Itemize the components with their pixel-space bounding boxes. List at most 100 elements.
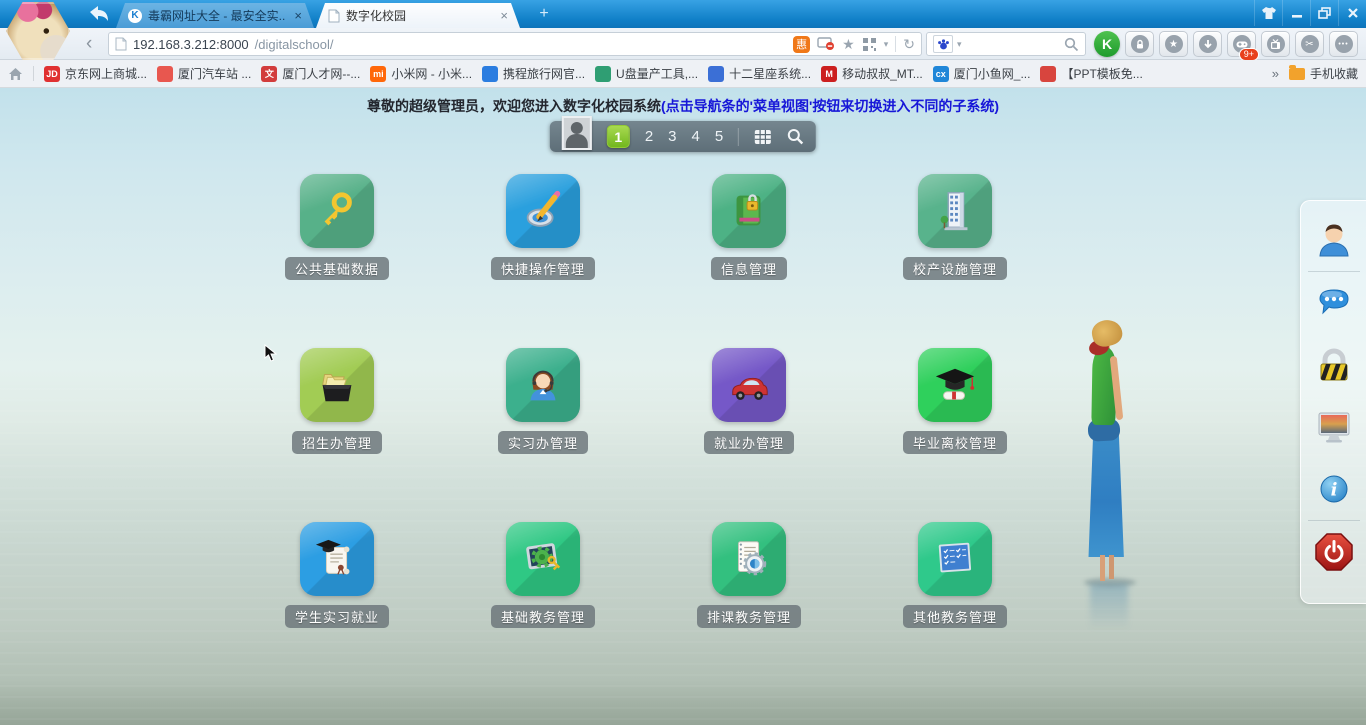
- bookmark-label: 厦门人才网--...: [282, 65, 360, 82]
- wallpaper-monitor-icon: [1312, 405, 1356, 449]
- search-icon[interactable]: [1064, 37, 1079, 52]
- search-engine-selector[interactable]: [933, 35, 953, 53]
- bookmark-item[interactable]: 【PPT模板免...: [1040, 65, 1142, 82]
- app-employment-office[interactable]: 就业办管理: [646, 348, 852, 522]
- privacy-lock-button[interactable]: [1125, 31, 1154, 57]
- star-icon: ★: [1165, 35, 1183, 53]
- menu-view-icon[interactable]: [754, 129, 772, 145]
- sidebar-display-button[interactable]: [1301, 396, 1366, 458]
- chevron-down-icon[interactable]: ▾: [884, 39, 889, 50]
- download-button[interactable]: [1193, 31, 1222, 57]
- talent-net-favicon-icon: 文: [261, 66, 277, 82]
- app-public-base-data[interactable]: 公共基础数据: [234, 174, 440, 348]
- bookmarks-folder[interactable]: 手机收藏: [1289, 65, 1358, 82]
- bookmark-item[interactable]: 文 厦门人才网--...: [261, 65, 360, 82]
- restore-button[interactable]: [1310, 0, 1338, 26]
- tab-close-icon[interactable]: ×: [498, 9, 510, 22]
- bookmark-item[interactable]: 携程旅行网官...: [482, 65, 585, 82]
- bookmark-item[interactable]: JD 京东网上商城...: [44, 65, 147, 82]
- tab-close-icon[interactable]: ×: [292, 9, 304, 22]
- app-label: 实习办管理: [498, 431, 588, 454]
- skin-button[interactable]: [1254, 0, 1282, 26]
- app-label: 其他教务管理: [903, 605, 1007, 628]
- sidebar-user-button[interactable]: [1301, 209, 1366, 271]
- kingsoft-safety-button[interactable]: K: [1094, 31, 1120, 57]
- bookmark-item[interactable]: 厦门汽车站 ...: [157, 65, 251, 82]
- home-icon[interactable]: [8, 67, 23, 81]
- scissors-icon: ✂: [1301, 35, 1319, 53]
- video-button[interactable]: [1261, 31, 1290, 57]
- app-information-management[interactable]: 信息管理: [646, 174, 852, 348]
- sidebar-info-button[interactable]: i: [1301, 458, 1366, 520]
- app-label: 信息管理: [711, 257, 787, 280]
- page-button-1[interactable]: 1: [607, 125, 630, 148]
- divider: [33, 66, 34, 81]
- checklist-screen-icon: [932, 536, 978, 582]
- sidebar-logout-button[interactable]: [1301, 521, 1366, 583]
- baidu-paw-icon: [937, 38, 950, 50]
- page-button-4[interactable]: 4: [692, 128, 700, 145]
- bookmark-item[interactable]: mi 小米网 - 小米...: [370, 65, 472, 82]
- page-button-5[interactable]: 5: [715, 128, 723, 145]
- bookmark-star-icon[interactable]: ★: [842, 36, 855, 53]
- minimize-button[interactable]: [1282, 0, 1310, 26]
- refresh-icon[interactable]: ↻: [903, 36, 915, 53]
- bookmark-item[interactable]: 十二星座系统...: [708, 65, 811, 82]
- close-window-button[interactable]: [1338, 0, 1366, 26]
- bookmark-label: 十二星座系统...: [729, 65, 811, 82]
- app-quick-operations[interactable]: 快捷操作管理: [440, 174, 646, 348]
- more-tools-button[interactable]: •••: [1329, 31, 1358, 57]
- browser-back-button[interactable]: [86, 4, 110, 24]
- bookmark-item[interactable]: U盘量产工具,...: [595, 65, 698, 82]
- games-button[interactable]: 9+: [1227, 31, 1256, 57]
- favorites-button[interactable]: ★: [1159, 31, 1188, 57]
- bookmarks-overflow-chevron[interactable]: »: [1272, 66, 1279, 81]
- ctrip-favicon-icon: [482, 66, 498, 82]
- app-student-internship-employment[interactable]: 学生实习就业: [234, 522, 440, 696]
- address-back-chevron[interactable]: ‹: [86, 31, 92, 57]
- ppt-template-favicon-icon: [1040, 66, 1056, 82]
- app-other-academic-affairs[interactable]: 其他教务管理: [852, 522, 1058, 696]
- svg-text:i: i: [1330, 480, 1337, 501]
- sidebar-lock-button[interactable]: [1301, 334, 1366, 396]
- bookmark-item[interactable]: M 移动叔叔_MT...: [821, 65, 923, 82]
- app-campus-facilities[interactable]: 校产设施管理: [852, 174, 1058, 348]
- url-input[interactable]: 192.168.3.212:8000 /digitalschool/ 惠 ★ ▾…: [108, 32, 922, 56]
- user-avatar-placeholder[interactable]: [562, 116, 592, 150]
- page-button-2[interactable]: 2: [645, 128, 653, 145]
- bookmark-label: 【PPT模板免...: [1061, 65, 1142, 82]
- notebook-lock-icon: [726, 188, 772, 234]
- page-button-3[interactable]: 3: [668, 128, 676, 145]
- screenshot-button[interactable]: ✂: [1295, 31, 1324, 57]
- huihui-shopping-icon[interactable]: 惠: [793, 36, 810, 53]
- app-basic-academic-affairs[interactable]: 基础教务管理: [440, 522, 646, 696]
- car-icon: [726, 362, 772, 408]
- background-person: [1078, 320, 1142, 630]
- tab-digital-school[interactable]: 数字化校园 ×: [316, 3, 520, 28]
- app-admissions-office[interactable]: 招生办管理: [234, 348, 440, 522]
- schedule-gear-icon: [726, 536, 772, 582]
- search-icon[interactable]: [787, 128, 804, 145]
- tab-title: 毒霸网址大全 - 最安全实...: [148, 7, 286, 24]
- new-tab-button[interactable]: +: [532, 5, 556, 23]
- sidebar-chat-button[interactable]: [1301, 272, 1366, 334]
- app-label: 排课教务管理: [697, 605, 801, 628]
- usb-tool-favicon-icon: [595, 66, 611, 82]
- app-scheduling-affairs[interactable]: 排课教务管理: [646, 522, 852, 696]
- chevron-down-icon[interactable]: ▾: [957, 39, 962, 50]
- adblock-icon[interactable]: [817, 37, 835, 51]
- key-icon: [314, 188, 360, 234]
- app-internship-office[interactable]: 实习办管理: [440, 348, 646, 522]
- mouse-cursor: [264, 344, 277, 362]
- browser-toolbar: K ★ 9+ ✂ •••: [1094, 31, 1358, 57]
- page-favicon-icon: [328, 9, 340, 23]
- bookmark-label: 携程旅行网官...: [503, 65, 585, 82]
- qr-code-icon[interactable]: [862, 37, 877, 52]
- url-path-text: /digitalschool/: [255, 37, 334, 52]
- bookmark-item[interactable]: cx 厦门小鱼网_...: [933, 65, 1031, 82]
- bookmark-label: U盘量产工具,...: [616, 65, 698, 82]
- search-input[interactable]: ▾: [926, 32, 1086, 56]
- tab-duba-homepage[interactable]: K 毒霸网址大全 - 最安全实... ×: [116, 3, 314, 28]
- app-graduation-leaving[interactable]: 毕业离校管理: [852, 348, 1058, 522]
- app-grid: 公共基础数据 快捷操作管理: [234, 174, 1058, 696]
